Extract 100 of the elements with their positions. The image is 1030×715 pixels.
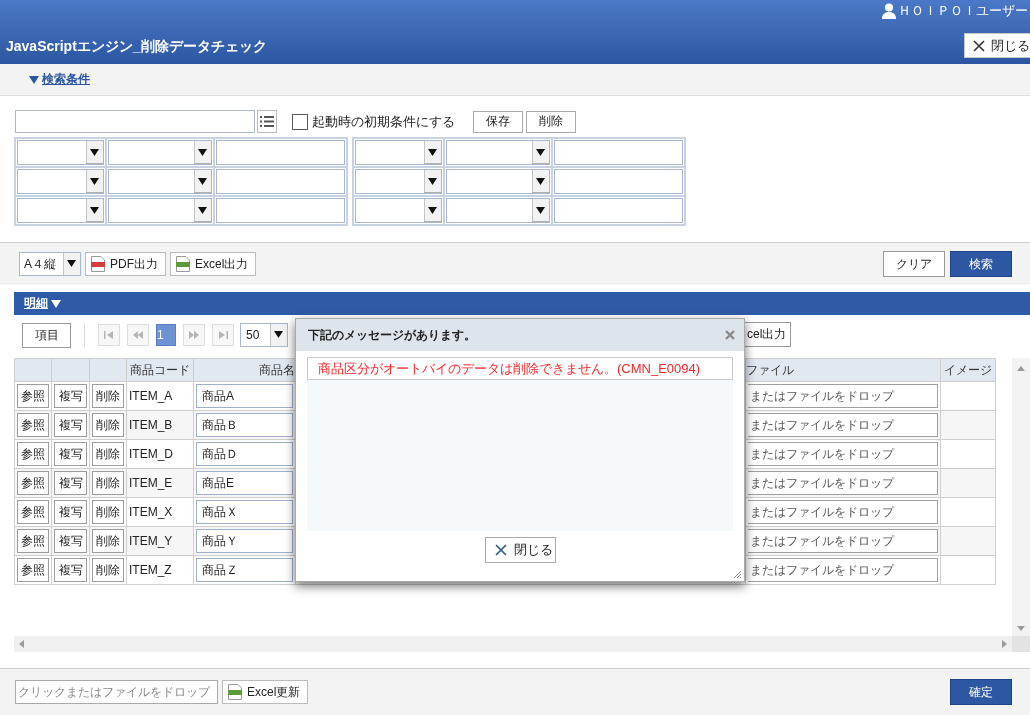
keyword-field[interactable] xyxy=(15,110,255,133)
item-name-field[interactable]: 商品E xyxy=(196,471,293,495)
item-name-field[interactable]: 商品Ｙ xyxy=(196,529,293,553)
spreadsheet-file-icon xyxy=(228,684,242,700)
delete-button[interactable]: 削除 xyxy=(92,384,124,408)
file-drop-zone[interactable]: またはファイルをドロップ xyxy=(748,442,938,466)
scroll-down-arrow-icon[interactable] xyxy=(1017,626,1025,631)
text-field[interactable] xyxy=(554,140,683,165)
spreadsheet-file-icon xyxy=(176,256,190,272)
checkbox[interactable] xyxy=(292,113,308,130)
save-button[interactable]: 保存 xyxy=(473,110,523,133)
close-button[interactable]: 閉じる xyxy=(964,33,1030,58)
column-header: ファイル xyxy=(745,358,941,382)
item-code: ITEM_X xyxy=(126,497,194,527)
file-drop-zone[interactable]: またはファイルをドロップ xyxy=(748,529,938,553)
copy-button[interactable]: 複写 xyxy=(54,558,87,582)
text-field[interactable] xyxy=(554,198,683,223)
file-drop-zone[interactable]: またはファイルをドロップ xyxy=(748,500,938,524)
vertical-scrollbar[interactable] xyxy=(1012,358,1030,636)
view-button[interactable]: 参照 xyxy=(17,529,49,553)
dropdown-field[interactable] xyxy=(17,198,104,223)
paper-size-dropdown[interactable]: A４縦 xyxy=(19,252,81,276)
dropdown-field[interactable] xyxy=(446,140,550,165)
confirm-button[interactable]: 確定 xyxy=(950,679,1012,705)
last-page-icon xyxy=(218,330,228,340)
page-size-dropdown[interactable]: 50 xyxy=(240,323,288,347)
text-field[interactable] xyxy=(216,169,345,194)
dropdown-field[interactable] xyxy=(446,169,550,194)
pdf-export-button[interactable]: PDF出力 xyxy=(85,252,166,276)
file-drop-zone[interactable]: クリックまたはファイルをドロップ xyxy=(15,680,218,704)
dialog-close-button[interactable]: 閉じる xyxy=(484,537,556,563)
copy-button[interactable]: 複写 xyxy=(54,384,87,408)
scroll-up-arrow-icon[interactable] xyxy=(1017,366,1025,371)
dropdown-field[interactable] xyxy=(355,140,442,165)
file-drop-zone[interactable]: またはファイルをドロップ xyxy=(748,413,938,437)
delete-button[interactable]: 削除 xyxy=(92,442,124,466)
column-header: 商品コード xyxy=(126,358,194,382)
delete-button[interactable]: 削除 xyxy=(526,110,576,133)
user-icon xyxy=(882,3,896,19)
horizontal-scrollbar[interactable] xyxy=(14,636,1012,652)
file-drop-zone[interactable]: またはファイルをドロップ xyxy=(748,384,938,408)
scroll-left-arrow-icon[interactable] xyxy=(19,640,24,648)
user-name[interactable]: ＨＯＩＰＯＩユーザー xyxy=(898,3,1028,19)
view-button[interactable]: 参照 xyxy=(17,558,49,582)
excel-export-button[interactable]: Excel出力 xyxy=(170,252,257,276)
item-code: ITEM_E xyxy=(126,468,194,498)
view-button[interactable]: 参照 xyxy=(17,384,49,408)
next-page-icon xyxy=(189,330,199,340)
text-field[interactable] xyxy=(554,169,683,194)
item-code: ITEM_Z xyxy=(126,555,194,585)
view-button[interactable]: 参照 xyxy=(17,442,49,466)
file-drop-zone[interactable]: またはファイルをドロップ xyxy=(748,558,938,582)
copy-button[interactable]: 複写 xyxy=(54,442,87,466)
item-name-field[interactable]: 商品Ｘ xyxy=(196,500,293,524)
list-button[interactable] xyxy=(257,110,277,133)
item-name-field[interactable]: 商品A xyxy=(196,384,293,408)
dropdown-field[interactable] xyxy=(108,140,212,165)
text-field[interactable] xyxy=(216,198,345,223)
excel-update-button[interactable]: Excel更新 xyxy=(222,680,309,704)
copy-button[interactable]: 複写 xyxy=(54,413,87,437)
dropdown-field[interactable] xyxy=(446,198,550,223)
copy-button[interactable]: 複写 xyxy=(54,471,87,495)
item-name-field[interactable]: 商品Ｄ xyxy=(196,442,293,466)
item-name-field[interactable]: 商品Ｚ xyxy=(196,558,293,582)
item-code: ITEM_Y xyxy=(126,526,194,556)
checkbox-label[interactable]: 起動時の初期条件にする xyxy=(312,112,455,131)
search-condition-toggle[interactable]: 検索条件 xyxy=(29,71,90,88)
file-drop-zone[interactable]: またはファイルをドロップ xyxy=(748,471,938,495)
delete-button[interactable]: 削除 xyxy=(92,413,124,437)
close-icon xyxy=(494,544,507,556)
dropdown-field[interactable] xyxy=(108,198,212,223)
view-button[interactable]: 参照 xyxy=(17,471,49,495)
first-page-icon xyxy=(104,330,114,340)
dropdown-field[interactable] xyxy=(17,169,104,194)
dropdown-field[interactable] xyxy=(355,198,442,223)
view-button[interactable]: 参照 xyxy=(17,500,49,524)
scroll-right-arrow-icon[interactable] xyxy=(1002,640,1007,648)
list-icon xyxy=(260,116,274,127)
search-button[interactable]: 検索 xyxy=(950,251,1012,277)
delete-button[interactable]: 削除 xyxy=(92,500,124,524)
delete-button[interactable]: 削除 xyxy=(92,558,124,582)
dropdown-field[interactable] xyxy=(17,140,104,165)
resize-grip-icon[interactable] xyxy=(733,570,741,578)
item-code: ITEM_A xyxy=(126,381,194,411)
detail-section-toggle[interactable]: 明細 xyxy=(24,295,61,312)
excel-export-button[interactable]: cel出力 xyxy=(745,322,792,347)
copy-button[interactable]: 複写 xyxy=(54,500,87,524)
close-icon[interactable] xyxy=(725,330,735,340)
view-button[interactable]: 参照 xyxy=(17,413,49,437)
column-header: イメージ xyxy=(940,358,996,382)
delete-button[interactable]: 削除 xyxy=(92,471,124,495)
clear-button[interactable]: クリア xyxy=(883,251,945,277)
item-name-field[interactable]: 商品Ｂ xyxy=(196,413,293,437)
columns-button[interactable]: 項目 xyxy=(22,322,71,348)
copy-button[interactable]: 複写 xyxy=(54,529,87,553)
dropdown-field[interactable] xyxy=(108,169,212,194)
pdf-file-icon xyxy=(91,256,105,272)
dropdown-field[interactable] xyxy=(355,169,442,194)
text-field[interactable] xyxy=(216,140,345,165)
delete-button[interactable]: 削除 xyxy=(92,529,124,553)
